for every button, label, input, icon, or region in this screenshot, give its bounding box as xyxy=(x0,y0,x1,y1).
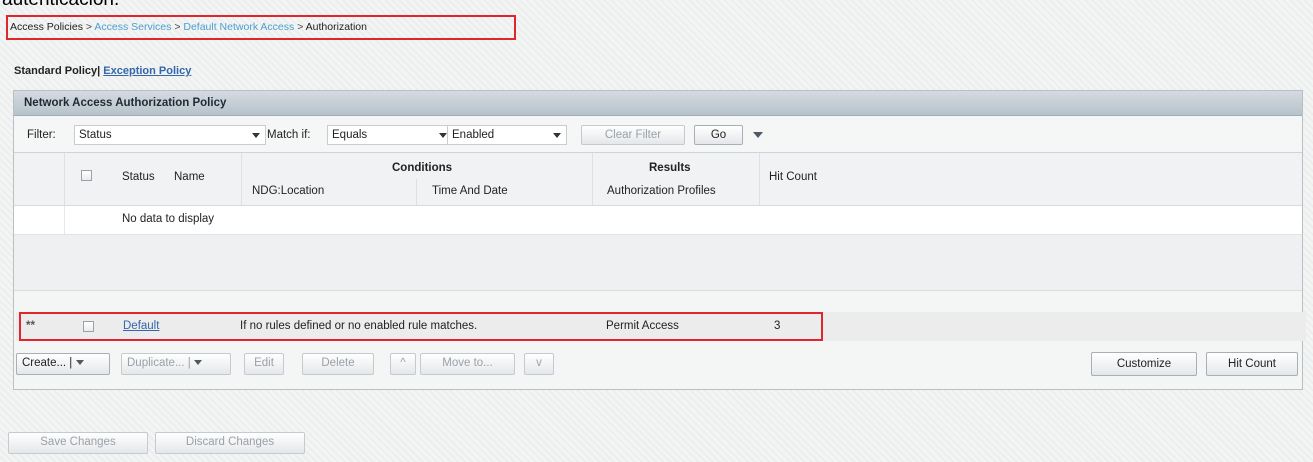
table-spacer xyxy=(14,235,1302,291)
breadcrumb-separator: > xyxy=(297,21,304,33)
create-button-label: Create... xyxy=(22,357,67,369)
tab-standard-policy[interactable]: Standard Policy xyxy=(14,65,97,77)
column-status[interactable]: Status xyxy=(122,171,155,183)
column-divider xyxy=(416,179,417,205)
breadcrumb-access-services[interactable]: Access Services xyxy=(94,21,171,33)
create-button[interactable]: Create... | xyxy=(16,353,110,375)
filter-label: Filter: xyxy=(27,129,56,141)
filter-state-value: Enabled xyxy=(452,129,495,141)
move-to-button[interactable]: Move to... xyxy=(420,353,515,375)
tab-separator: | xyxy=(97,65,101,77)
filter-field-value: Status xyxy=(79,129,112,141)
filter-field-select[interactable]: Status xyxy=(74,125,266,145)
duplicate-button-label: Duplicate... xyxy=(127,357,185,369)
duplicate-button[interactable]: Duplicate... | xyxy=(121,353,231,375)
filter-bar: Filter: Status Match if: Equals Enabled … xyxy=(14,116,1302,153)
save-changes-button[interactable]: Save Changes xyxy=(8,432,148,454)
authorization-policy-panel: Network Access Authorization Policy Filt… xyxy=(13,90,1303,390)
table-header: Status Name Conditions NDG:Location Time… xyxy=(14,153,1302,206)
customize-button[interactable]: Customize xyxy=(1091,352,1197,376)
empty-message: No data to display xyxy=(122,213,215,225)
column-authorization-profiles[interactable]: Authorization Profiles xyxy=(607,185,716,197)
column-group-results: Results xyxy=(649,162,691,174)
chevron-down-icon xyxy=(439,133,447,138)
delete-button[interactable]: Delete xyxy=(302,353,374,375)
intro-text: autenticación. xyxy=(2,0,119,11)
column-time-and-date[interactable]: Time And Date xyxy=(432,185,508,197)
discard-changes-button[interactable]: Discard Changes xyxy=(155,432,305,454)
breadcrumb-access-policies[interactable]: Access Policies xyxy=(10,21,83,33)
policy-tabs: Standard Policy| Exception Policy xyxy=(14,65,191,77)
column-divider xyxy=(64,206,65,234)
column-hit-count[interactable]: Hit Count xyxy=(769,171,817,183)
move-down-button[interactable]: v xyxy=(524,353,554,375)
filter-options-icon[interactable] xyxy=(753,132,763,138)
policy-table: Status Name Conditions NDG:Location Time… xyxy=(14,153,1302,291)
column-divider xyxy=(759,153,760,205)
go-button[interactable]: Go xyxy=(694,125,743,145)
breadcrumb-separator: > xyxy=(174,21,181,33)
empty-row: No data to display xyxy=(14,206,1302,235)
match-operator-value: Equals xyxy=(332,129,368,141)
select-all-checkbox[interactable] xyxy=(81,170,92,181)
column-ndg-location[interactable]: NDG:Location xyxy=(252,185,324,197)
match-if-label: Match if: xyxy=(267,129,311,141)
clear-filter-button[interactable]: Clear Filter xyxy=(581,125,685,145)
filter-state-select[interactable]: Enabled xyxy=(447,125,567,145)
chevron-down-icon xyxy=(193,360,202,366)
hit-count-button[interactable]: Hit Count xyxy=(1206,352,1298,376)
split-separator: | xyxy=(184,357,194,369)
column-name[interactable]: Name xyxy=(174,171,205,183)
column-divider xyxy=(241,153,242,205)
chevron-down-icon xyxy=(75,360,84,366)
tab-exception-policy[interactable]: Exception Policy xyxy=(103,65,191,77)
column-divider xyxy=(64,153,65,205)
breadcrumb-default-network-access[interactable]: Default Network Access xyxy=(183,21,294,33)
breadcrumb-separator: > xyxy=(85,21,93,33)
split-separator: | xyxy=(66,357,76,369)
match-operator-select[interactable]: Equals xyxy=(327,125,453,145)
move-up-button[interactable]: ^ xyxy=(390,353,416,375)
breadcrumb: Access Policies > Access Services > Defa… xyxy=(6,15,516,40)
panel-title: Network Access Authorization Policy xyxy=(14,91,1302,116)
table-action-bar: Create... | Duplicate... | Edit Delete ^… xyxy=(16,350,1306,376)
edit-button[interactable]: Edit xyxy=(244,353,284,375)
chevron-down-icon xyxy=(553,133,561,138)
default-rule-highlight xyxy=(19,312,823,341)
column-group-conditions: Conditions xyxy=(392,162,453,174)
chevron-down-icon xyxy=(252,133,260,138)
column-divider xyxy=(592,153,593,205)
breadcrumb-authorization: Authorization xyxy=(305,21,367,33)
